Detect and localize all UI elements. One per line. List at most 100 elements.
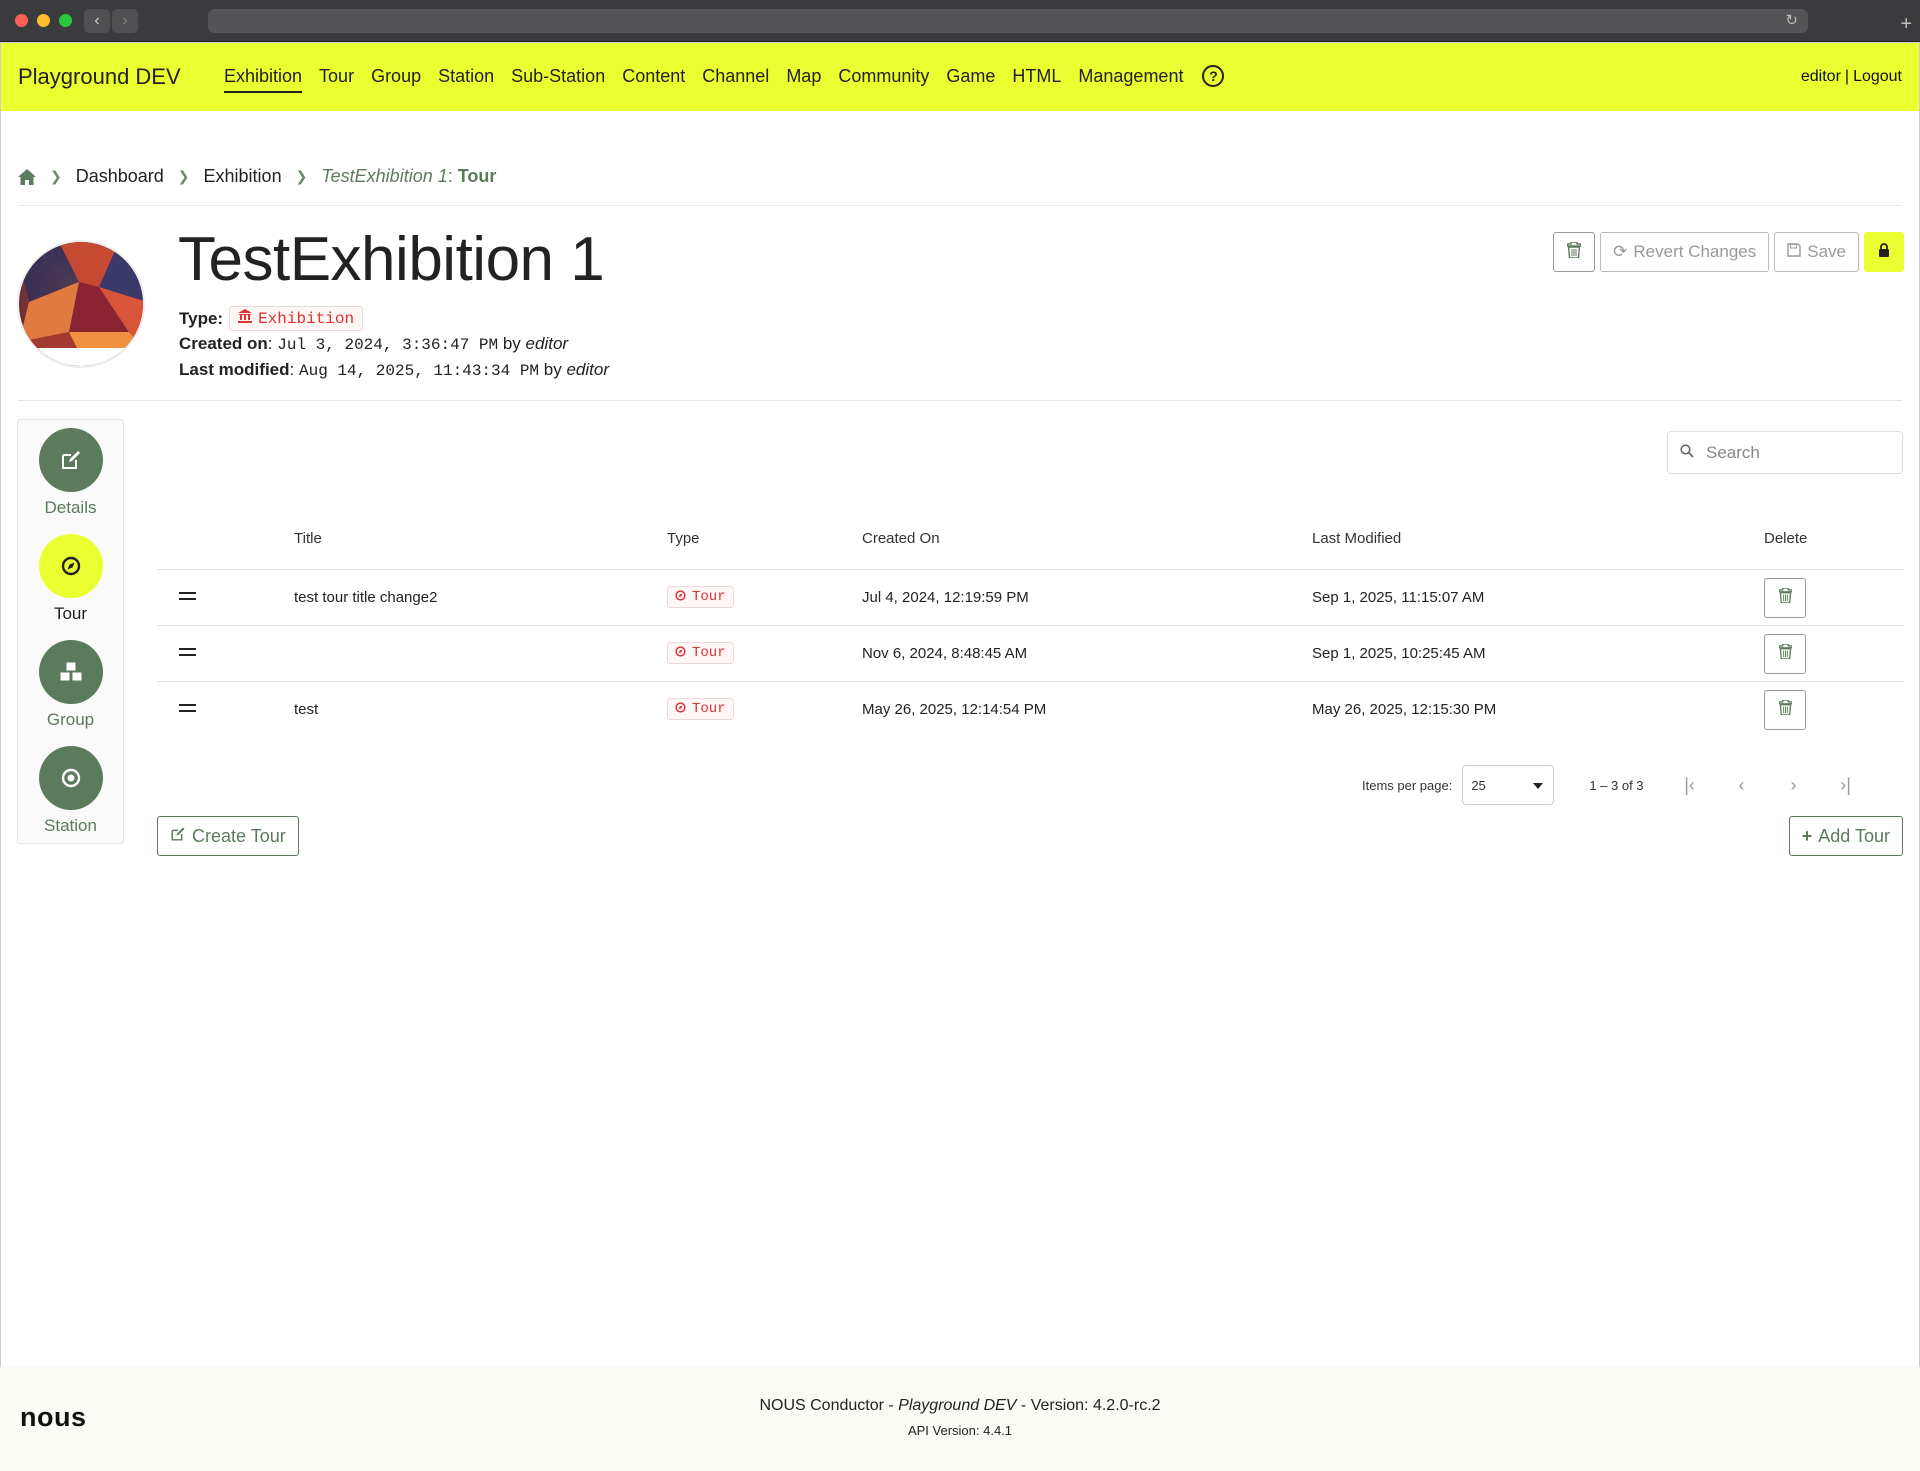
drag-handle-icon[interactable] (179, 592, 196, 604)
row-title: test tour title change2 (294, 589, 438, 606)
delete-row-button[interactable] (1764, 634, 1806, 674)
address-bar[interactable]: ↻ (208, 9, 1808, 33)
last-page-icon[interactable]: ›| (1836, 775, 1856, 796)
maximize-window-button[interactable] (59, 14, 72, 27)
brand-name[interactable]: Playground DEV (18, 64, 181, 90)
reload-icon[interactable]: ↻ (1785, 11, 1798, 29)
side-item-label: Group (46, 710, 95, 729)
side-item-station[interactable]: Station (18, 746, 123, 836)
type-badge: Exhibition (229, 306, 364, 331)
dash: - (883, 1397, 899, 1414)
logout-link[interactable]: Logout (1853, 68, 1902, 85)
search-input[interactable] (1706, 442, 1896, 463)
first-page-icon[interactable]: |‹ (1680, 775, 1700, 796)
revert-changes-label: Revert Changes (1633, 242, 1757, 261)
tour-table: Title Type Created On Last Modified Dele… (157, 516, 1903, 738)
breadcrumb-current-section: Tour (457, 166, 497, 186)
nav-exhibition[interactable]: Exhibition (224, 66, 303, 93)
delete-row-button[interactable] (1764, 690, 1806, 730)
save-button[interactable]: Save (1774, 232, 1859, 272)
column-type[interactable]: Type (667, 530, 700, 547)
row-created-on: Jul 4, 2024, 12:19:59 PM (862, 589, 1029, 606)
browser-chrome: ‹ › ↻ + (0, 0, 1920, 42)
column-delete: Delete (1764, 530, 1808, 547)
table-row[interactable]: test tour title change2 Tour Jul 4, 2024… (157, 570, 1903, 626)
nav-group[interactable]: Group (371, 66, 421, 93)
home-icon[interactable] (18, 168, 36, 185)
column-created-on[interactable]: Created On (862, 530, 940, 547)
trash-icon (1566, 240, 1582, 263)
create-tour-label: Create Tour (192, 825, 286, 846)
nav-management[interactable]: Management (1078, 66, 1183, 93)
side-item-tour[interactable]: Tour (18, 534, 123, 624)
side-item-details[interactable]: Details (18, 428, 123, 518)
api-prefix: API Version: (907, 1423, 984, 1438)
lock-button[interactable] (1864, 232, 1904, 272)
browser-forward-button[interactable]: › (112, 9, 138, 33)
side-item-label: Details (44, 498, 97, 517)
main-menu: Exhibition Tour Group Station Sub-Statio… (224, 65, 1225, 93)
page-nav: |‹ ‹ › ›| (1680, 775, 1856, 796)
drag-handle-icon[interactable] (179, 704, 196, 716)
nav-channel[interactable]: Channel (702, 66, 769, 93)
table-header: Title Type Created On Last Modified Dele… (157, 516, 1903, 570)
username[interactable]: editor (1801, 68, 1841, 85)
previous-page-icon[interactable]: ‹ (1732, 775, 1752, 796)
paginator: Items per page: 25 1 – 3 of 3 |‹ ‹ › ›| (1362, 765, 1856, 805)
side-item-group[interactable]: Group (18, 640, 123, 730)
created-by: editor (525, 334, 569, 353)
trash-icon (1777, 699, 1793, 720)
table-row[interactable]: Tour Nov 6, 2024, 8:48:45 AM Sep 1, 2025… (157, 626, 1903, 682)
footer-api: API Version: 4.4.1 (0, 1423, 1920, 1438)
help-icon[interactable]: ? (1202, 65, 1225, 87)
next-page-icon[interactable]: › (1784, 775, 1804, 796)
nav-game[interactable]: Game (946, 66, 995, 93)
row-created-on: May 26, 2025, 12:14:54 PM (862, 701, 1047, 718)
nav-sub-station[interactable]: Sub-Station (511, 66, 605, 93)
column-last-modified[interactable]: Last Modified (1312, 530, 1401, 547)
compass-icon (38, 534, 103, 598)
nav-content[interactable]: Content (622, 66, 685, 93)
nav-community[interactable]: Community (838, 66, 929, 93)
table-row[interactable]: test Tour May 26, 2025, 12:14:54 PM May … (157, 682, 1903, 738)
chevron-left-icon: ‹ (94, 12, 100, 29)
divider (18, 205, 1902, 206)
nav-map[interactable]: Map (786, 66, 821, 93)
delete-row-button[interactable] (1764, 578, 1806, 618)
breadcrumb-dashboard[interactable]: Dashboard (76, 166, 164, 187)
nav-html[interactable]: HTML (1012, 66, 1061, 93)
chevron-right-icon: › (122, 12, 128, 29)
page-range: 1 – 3 of 3 (1589, 777, 1644, 793)
revert-changes-button[interactable]: ⟳ Revert Changes (1600, 232, 1770, 272)
cubes-icon (38, 640, 103, 704)
save-label: Save (1807, 242, 1846, 261)
breadcrumb-exhibition[interactable]: Exhibition (204, 166, 282, 187)
modified-value: Aug 14, 2025, 11:43:34 PM (298, 362, 540, 380)
close-window-button[interactable] (15, 14, 28, 27)
add-tour-button[interactable]: + Add Tour (1788, 816, 1903, 856)
side-item-label: Station (44, 816, 97, 835)
trash-icon (1777, 587, 1793, 608)
drag-handle-icon[interactable] (179, 648, 196, 660)
nav-station[interactable]: Station (438, 66, 494, 93)
exhibition-avatar (17, 240, 145, 368)
separator: | (1844, 68, 1850, 85)
browser-back-button[interactable]: ‹ (84, 9, 110, 33)
new-tab-icon[interactable]: + (1900, 14, 1912, 34)
type-badge: Tour (667, 586, 734, 608)
minimize-window-button[interactable] (37, 14, 50, 27)
column-title[interactable]: Title (294, 530, 322, 547)
top-navbar: Playground DEV Exhibition Tour Group Sta… (0, 42, 1920, 111)
floppy-icon (1787, 242, 1801, 262)
create-tour-button[interactable]: Create Tour (157, 816, 299, 856)
side-panel: Details Tour Group Station (17, 419, 124, 844)
row-created-on: Nov 6, 2024, 8:48:45 AM (862, 645, 1028, 662)
lock-icon (1878, 242, 1890, 262)
items-per-page-select[interactable]: 25 (1462, 765, 1555, 805)
chevron-right-icon: ❯ (177, 168, 190, 184)
delete-exhibition-button[interactable] (1553, 232, 1596, 272)
breadcrumb-colon: : (447, 166, 453, 186)
refresh-icon: ⟳ (1613, 242, 1628, 261)
nav-tour[interactable]: Tour (319, 66, 354, 93)
type-value: Tour (692, 589, 726, 605)
